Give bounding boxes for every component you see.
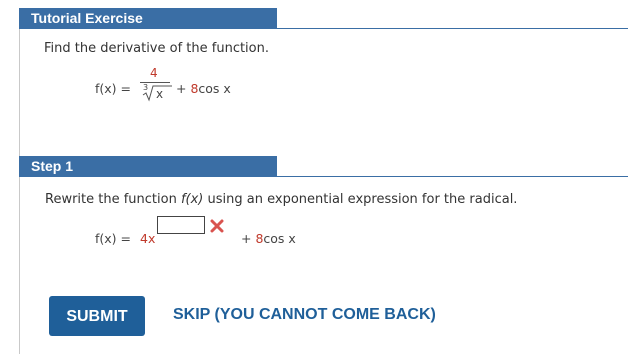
step1-coefficient: 4x [140, 231, 156, 246]
tutorial-header-title: Tutorial Exercise [31, 10, 143, 26]
tutorial-left-border [19, 29, 20, 157]
step1-instruction-fx: f(x) [180, 192, 204, 207]
tutorial-fx-label: f(x) = [95, 81, 131, 96]
step1-header-title: Step 1 [31, 158, 74, 174]
tutorial-plus-term-text: + 8cos x [176, 81, 231, 96]
step1-instruction-pre: Rewrite the function [45, 192, 181, 207]
skip-link[interactable]: SKIP (YOU CANNOT COME BACK) [173, 306, 436, 324]
incorrect-x-icon [210, 219, 224, 233]
step1-instruction-post: using an exponential expression for the … [203, 192, 518, 207]
step1-left-border [19, 177, 20, 354]
radical-index: 3 [143, 83, 149, 92]
radical-variable: x [156, 87, 164, 101]
step1-fx-label: f(x) = [95, 231, 131, 246]
tutorial-header-rule [277, 28, 628, 29]
tutorial-plus-term: + 8cos x [176, 81, 231, 96]
tutorial-numerator: 4 [150, 66, 158, 80]
step1-plus-term-text: + 8cos x [241, 231, 296, 246]
tutorial-header: Tutorial Exercise [19, 8, 277, 29]
step1-plus-term: + 8cos x [241, 231, 296, 246]
tutorial-prompt: Find the derivative of the function. [44, 41, 269, 56]
step1-instruction: Rewrite the function f(x) using an expon… [45, 192, 517, 207]
step1-header-rule [277, 176, 628, 177]
submit-button[interactable]: SUBMIT [49, 296, 145, 336]
exponent-answer-input[interactable] [157, 216, 205, 234]
step1-header: Step 1 [19, 156, 277, 177]
